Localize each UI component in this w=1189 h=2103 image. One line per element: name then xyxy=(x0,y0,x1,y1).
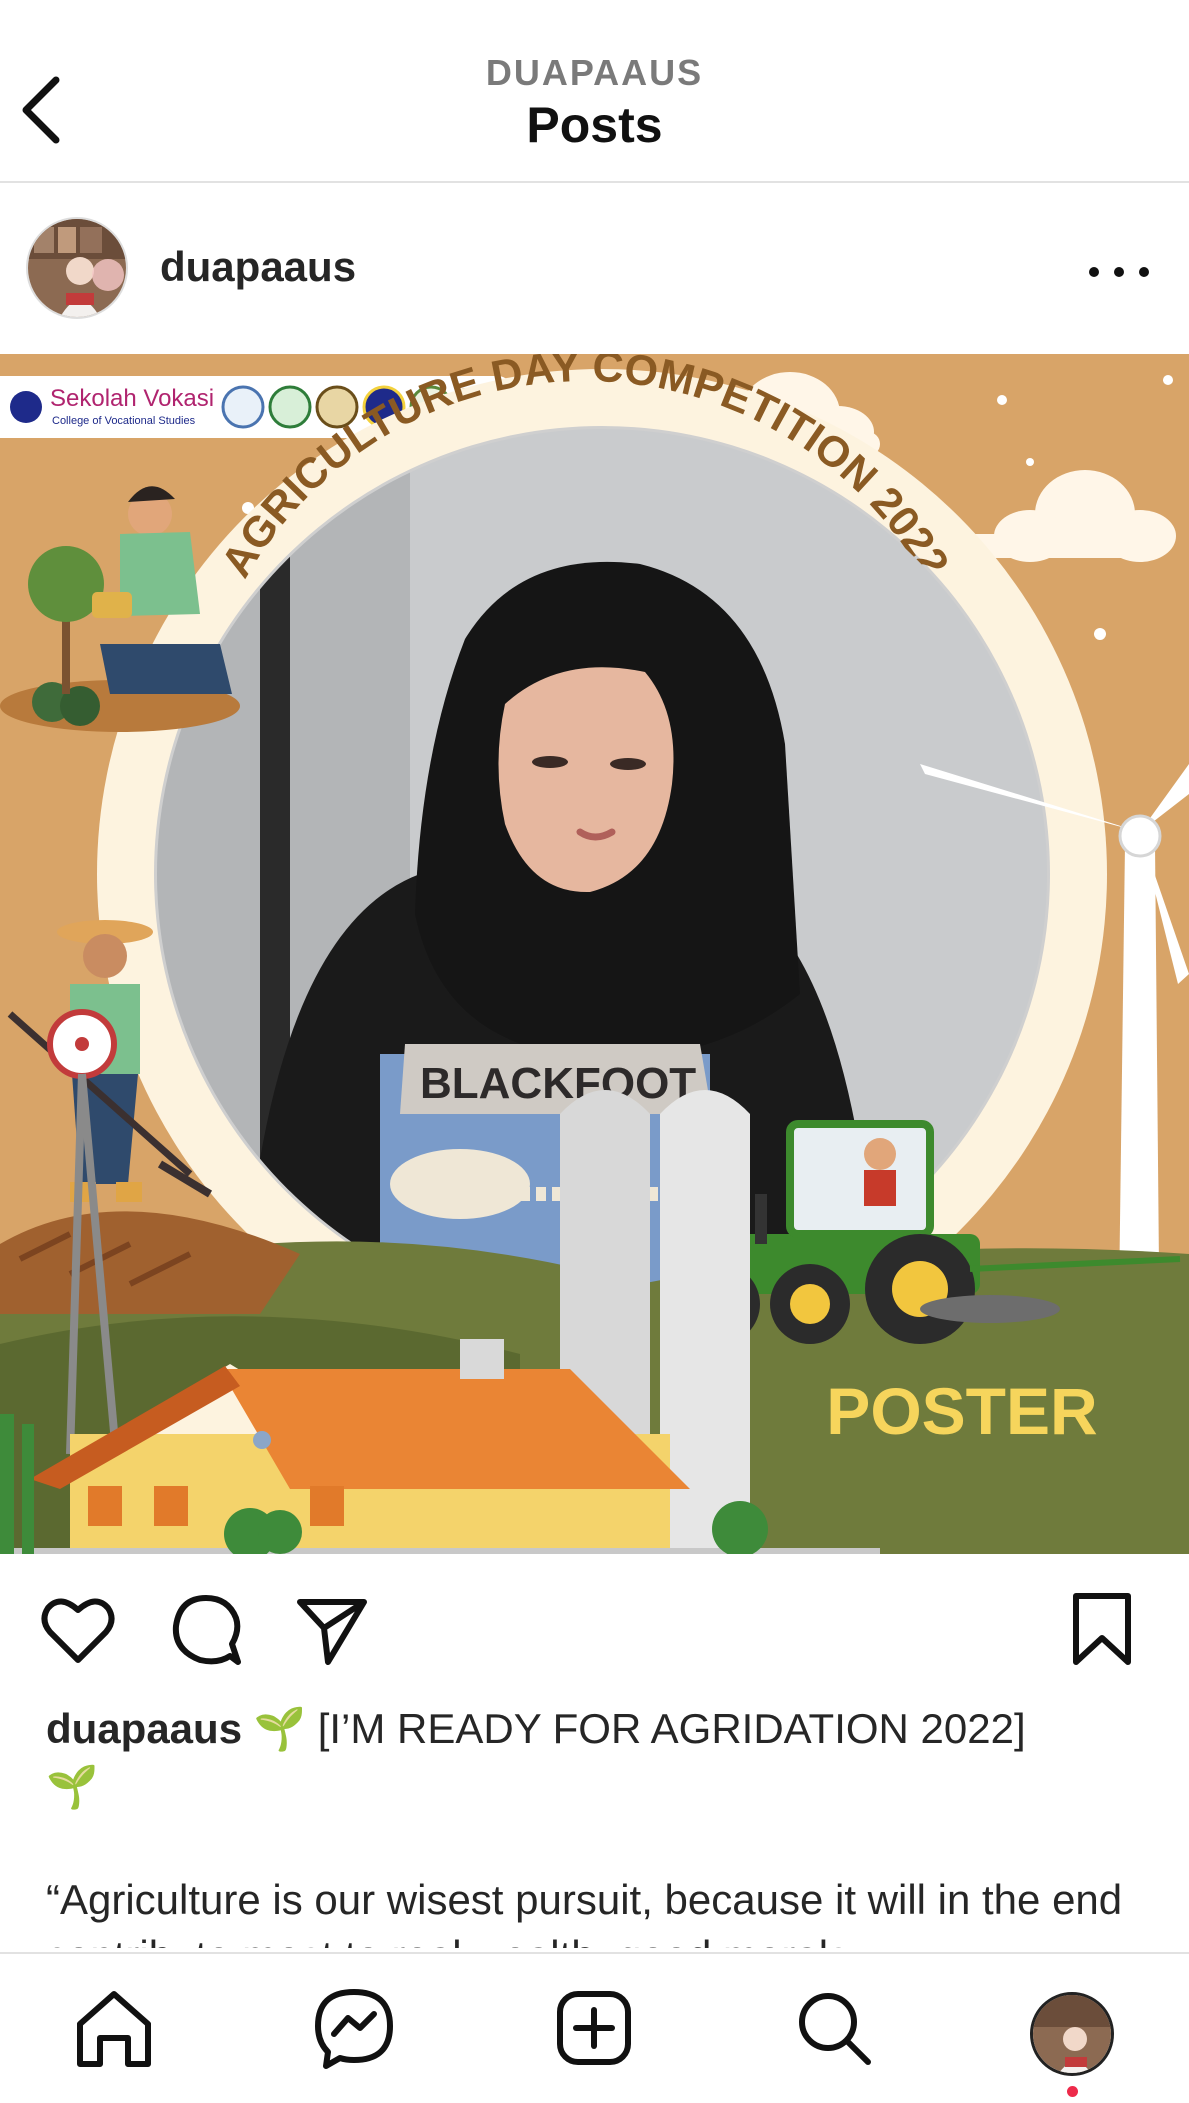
bottom-nav xyxy=(0,1952,1189,2103)
sprout-emoji: 🌱 xyxy=(253,1705,307,1752)
caption-text: [I’M READY FOR AGRIDATION 2022] xyxy=(317,1705,1026,1752)
poster-label: POSTER xyxy=(826,1374,1097,1448)
badge-brand: Sekolah Vokasi xyxy=(50,385,214,412)
messenger-icon[interactable] xyxy=(312,1986,396,2070)
shirt-text: BLACKFOOT xyxy=(420,1059,696,1108)
share-icon[interactable] xyxy=(292,1590,372,1670)
post-header: duapaaus xyxy=(0,185,1189,353)
top-header: DUAPAAUS Posts xyxy=(0,0,1189,183)
profile-avatar[interactable] xyxy=(1030,1992,1114,2076)
post-caption: duapaaus 🌱 [I’M READY FOR AGRIDATION 202… xyxy=(46,1700,1146,1816)
more-horizontal-icon[interactable] xyxy=(1089,257,1149,287)
caption-username[interactable]: duapaaus xyxy=(46,1705,242,1752)
avatar[interactable] xyxy=(26,217,128,319)
notification-dot xyxy=(1067,2086,1078,2097)
new-post-icon[interactable] xyxy=(552,1986,636,2070)
badge-sub: College of Vocational Studies xyxy=(52,415,196,427)
heart-icon[interactable] xyxy=(38,1590,118,1670)
page-title: Posts xyxy=(526,97,663,153)
post-username[interactable]: duapaaus xyxy=(160,243,356,291)
home-icon[interactable] xyxy=(72,1986,156,2070)
post-image[interactable]: Sekolah Vokasi College of Vocational Stu… xyxy=(0,354,1189,1554)
comment-icon[interactable] xyxy=(166,1590,246,1670)
caption-body: “Agriculture is our wisest pursuit, beca… xyxy=(46,1876,1123,1948)
sprout-emoji: 🌱 xyxy=(46,1763,99,1810)
post-actions xyxy=(0,1590,1189,1670)
header-username: DUAPAAUS xyxy=(485,52,704,93)
bookmark-icon[interactable] xyxy=(1062,1590,1142,1670)
search-icon[interactable] xyxy=(792,1986,876,2070)
